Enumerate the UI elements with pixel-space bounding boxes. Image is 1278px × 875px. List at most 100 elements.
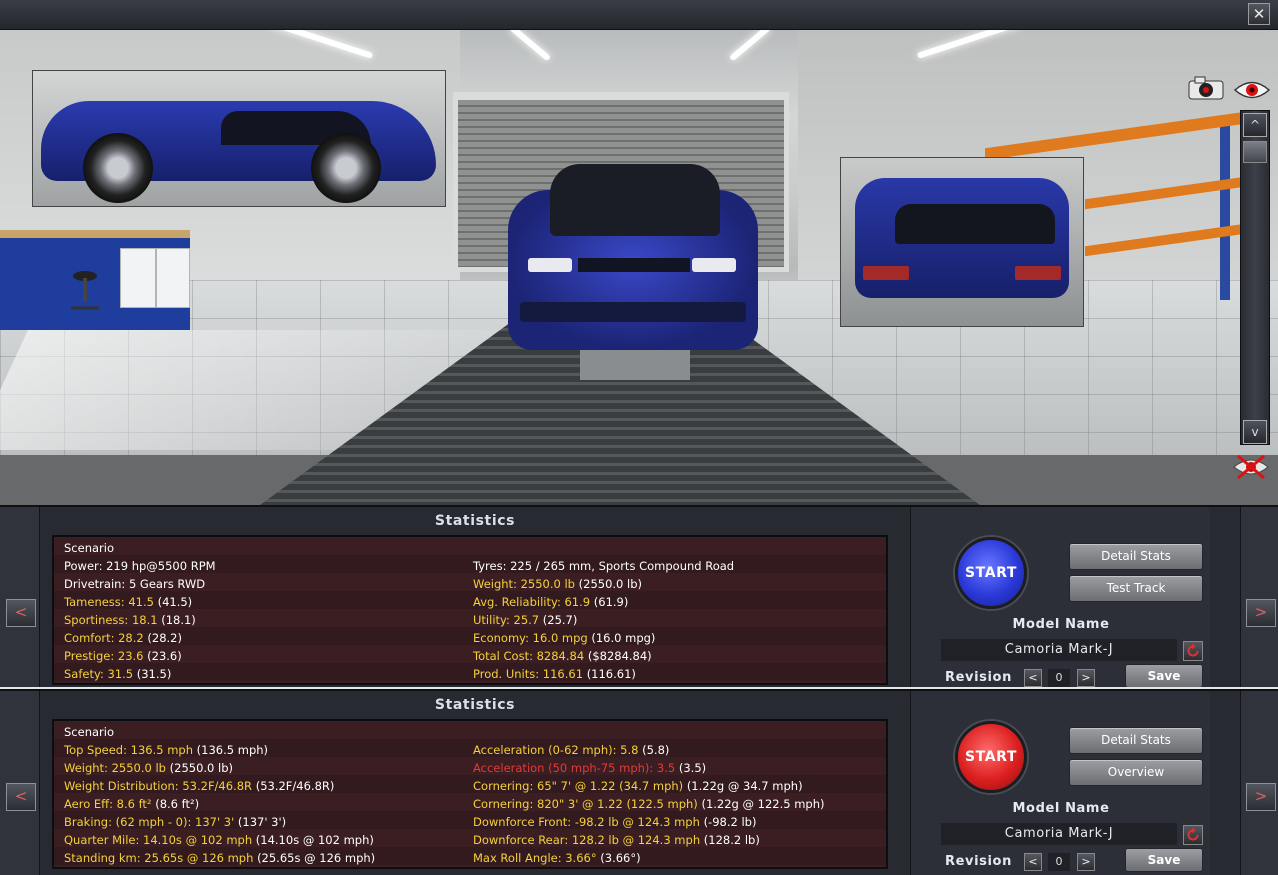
- revision-label: Revision: [945, 670, 1012, 685]
- ceiling-light: [728, 30, 772, 62]
- model-name-label: Model Name: [1012, 801, 1110, 816]
- stat-row: Acceleration (50 mph-75 mph): 3.5 (3.5): [473, 761, 706, 775]
- stat-row: Sportiness: 18.1 (18.1): [64, 613, 196, 627]
- stat-row: Downforce Front: -98.2 lb @ 124.3 mph (-…: [473, 815, 756, 829]
- stat-value: Cornering: 820" 3' @ 1.22 (122.5 mph): [473, 797, 698, 811]
- stat-previous-value: (2550.0 lb): [169, 761, 234, 775]
- stat-previous-value: (116.61): [586, 667, 636, 681]
- stat-row: Comfort: 28.2 (28.2): [64, 631, 182, 645]
- stat-row: Standing km: 25.65s @ 126 mph (25.65s @ …: [64, 851, 375, 865]
- revision-prev-button[interactable]: <: [1024, 669, 1042, 687]
- stat-value: Total Cost: 8284.84: [473, 649, 585, 663]
- stat-value: Acceleration (50 mph-75 mph): 3.5: [473, 761, 676, 775]
- stool: [71, 271, 99, 310]
- detail-stats-button[interactable]: Detail Stats: [1069, 727, 1203, 754]
- rear-view-inset: [840, 157, 1084, 327]
- model-name-field[interactable]: Camoria Mark-J: [941, 639, 1177, 661]
- test-track-button[interactable]: Test Track: [1069, 575, 1203, 602]
- hide-view-icon[interactable]: [1232, 453, 1270, 481]
- revision-label: Revision: [945, 854, 1012, 869]
- stat-previous-value: (25.65s @ 126 mph): [257, 851, 376, 865]
- car-wheel: [311, 133, 381, 203]
- stat-value: Quarter Mile: 14.10s @ 102 mph: [64, 833, 253, 847]
- refresh-icon[interactable]: [1183, 641, 1203, 661]
- car-3d-viewport[interactable]: ^ v: [0, 30, 1278, 505]
- stat-value: Cornering: 65" 7' @ 1.22 (34.7 mph): [473, 779, 684, 793]
- car-taillight: [1015, 266, 1061, 280]
- refresh-icon[interactable]: [1183, 825, 1203, 845]
- stat-row: Acceleration (0-62 mph): 5.8 (5.8): [473, 743, 669, 757]
- save-button[interactable]: Save: [1125, 848, 1203, 872]
- stat-row: Braking: (62 mph - 0): 137' 3' (137' 3'): [64, 815, 286, 829]
- model-name-label: Model Name: [1012, 617, 1110, 632]
- model-name-field[interactable]: Camoria Mark-J: [941, 823, 1177, 845]
- car-grill: [578, 258, 690, 272]
- close-button[interactable]: ✕: [1248, 3, 1270, 25]
- stat-value: Acceleration (0-62 mph): 5.8: [473, 743, 639, 757]
- stat-value: Power: 219 hp@5500 RPM: [64, 559, 216, 573]
- stat-previous-value: (61.9): [593, 595, 629, 609]
- stat-row: Utility: 25.7 (25.7): [473, 613, 577, 627]
- stat-value: Weight: 2550.0 lb: [473, 577, 575, 591]
- stat-previous-value: (3.5): [678, 761, 707, 775]
- next-design-button[interactable]: >: [1246, 599, 1276, 627]
- stat-value: Drivetrain: 5 Gears RWD: [64, 577, 206, 591]
- stat-previous-value: (5.8): [642, 743, 670, 757]
- revision-prev-button[interactable]: <: [1024, 853, 1042, 871]
- stat-row: Max Roll Angle: 3.66° (3.66°): [473, 851, 641, 865]
- stat-row: Weight: 2550.0 lb (2550.0 lb): [64, 761, 233, 775]
- detail-stats-button[interactable]: Detail Stats: [1069, 543, 1203, 570]
- stat-previous-value: (128.2 lb): [703, 833, 760, 847]
- stat-row: Weight Distribution: 53.2F/46.8R (53.2F/…: [64, 779, 334, 793]
- stat-row: Cornering: 820" 3' @ 1.22 (122.5 mph) (1…: [473, 797, 825, 811]
- car-designer-screen: ✕ ^ v < Statistics Scenario Power: 219 h…: [0, 0, 1278, 875]
- scroll-up-button[interactable]: ^: [1243, 113, 1267, 137]
- side-view-inset: [32, 70, 446, 207]
- stat-row: Tameness: 41.5 (41.5): [64, 595, 192, 609]
- stat-previous-value: (136.5 mph): [196, 743, 269, 757]
- stat-row: Drivetrain: 5 Gears RWD: [64, 577, 205, 591]
- stat-value: Tyres: 225 / 265 mm, Sports Compound Roa…: [473, 559, 735, 573]
- revision-next-button[interactable]: >: [1077, 669, 1095, 687]
- stat-previous-value: (2550.0 lb): [578, 577, 643, 591]
- camera-icon[interactable]: [1187, 75, 1225, 101]
- stat-row: Cornering: 65" 7' @ 1.22 (34.7 mph) (1.2…: [473, 779, 803, 793]
- stat-value: Downforce Rear: 128.2 lb @ 124.3 mph: [473, 833, 701, 847]
- stat-value: Max Roll Angle: 3.66°: [473, 851, 597, 865]
- car-taillight: [863, 266, 909, 280]
- save-button[interactable]: Save: [1125, 664, 1203, 688]
- stat-previous-value: (-98.2 lb): [703, 815, 757, 829]
- ceiling-light: [508, 30, 552, 62]
- stat-value: Utility: 25.7: [473, 613, 540, 627]
- stat-row: Safety: 31.5 (31.5): [64, 667, 171, 681]
- stats-list: Scenario Top Speed: 136.5 mph (136.5 mph)…: [52, 719, 888, 869]
- stat-row: Economy: 16.0 mpg (16.0 mpg): [473, 631, 655, 645]
- title-bar: ✕: [0, 0, 1278, 30]
- stat-value: Sportiness: 18.1: [64, 613, 158, 627]
- cabinet-door: [156, 248, 190, 308]
- stat-previous-value: (16.0 mpg): [591, 631, 656, 645]
- design-controls: START Detail Stats Overview Model Name C…: [910, 691, 1210, 875]
- stat-row: Downforce Rear: 128.2 lb @ 124.3 mph (12…: [473, 833, 760, 847]
- stat-value: Standing km: 25.65s @ 126 mph: [64, 851, 254, 865]
- eye-icon[interactable]: [1233, 77, 1271, 103]
- stat-value: Safety: 31.5: [64, 667, 134, 681]
- design-controls: START Detail Stats Test Track Model Name…: [910, 507, 1210, 689]
- next-design-button[interactable]: >: [1246, 783, 1276, 811]
- overview-button[interactable]: Overview: [1069, 759, 1203, 786]
- prev-design-button[interactable]: <: [6, 783, 36, 811]
- start-button[interactable]: START: [955, 721, 1027, 793]
- car-rear-window: [895, 204, 1055, 244]
- start-button[interactable]: START: [955, 537, 1027, 609]
- revision-next-button[interactable]: >: [1077, 853, 1095, 871]
- stat-value: Prestige: 23.6: [64, 649, 144, 663]
- stat-previous-value: (23.6): [147, 649, 182, 663]
- scroll-thumb[interactable]: [1243, 141, 1267, 163]
- scroll-down-button[interactable]: v: [1243, 420, 1267, 444]
- car-windshield: [550, 164, 720, 236]
- stat-row: Quarter Mile: 14.10s @ 102 mph (14.10s @…: [64, 833, 374, 847]
- stat-previous-value: (25.7): [542, 613, 578, 627]
- camera-scrollbar[interactable]: ^ v: [1240, 110, 1270, 445]
- prev-design-button[interactable]: <: [6, 599, 36, 627]
- stat-previous-value: (18.1): [161, 613, 196, 627]
